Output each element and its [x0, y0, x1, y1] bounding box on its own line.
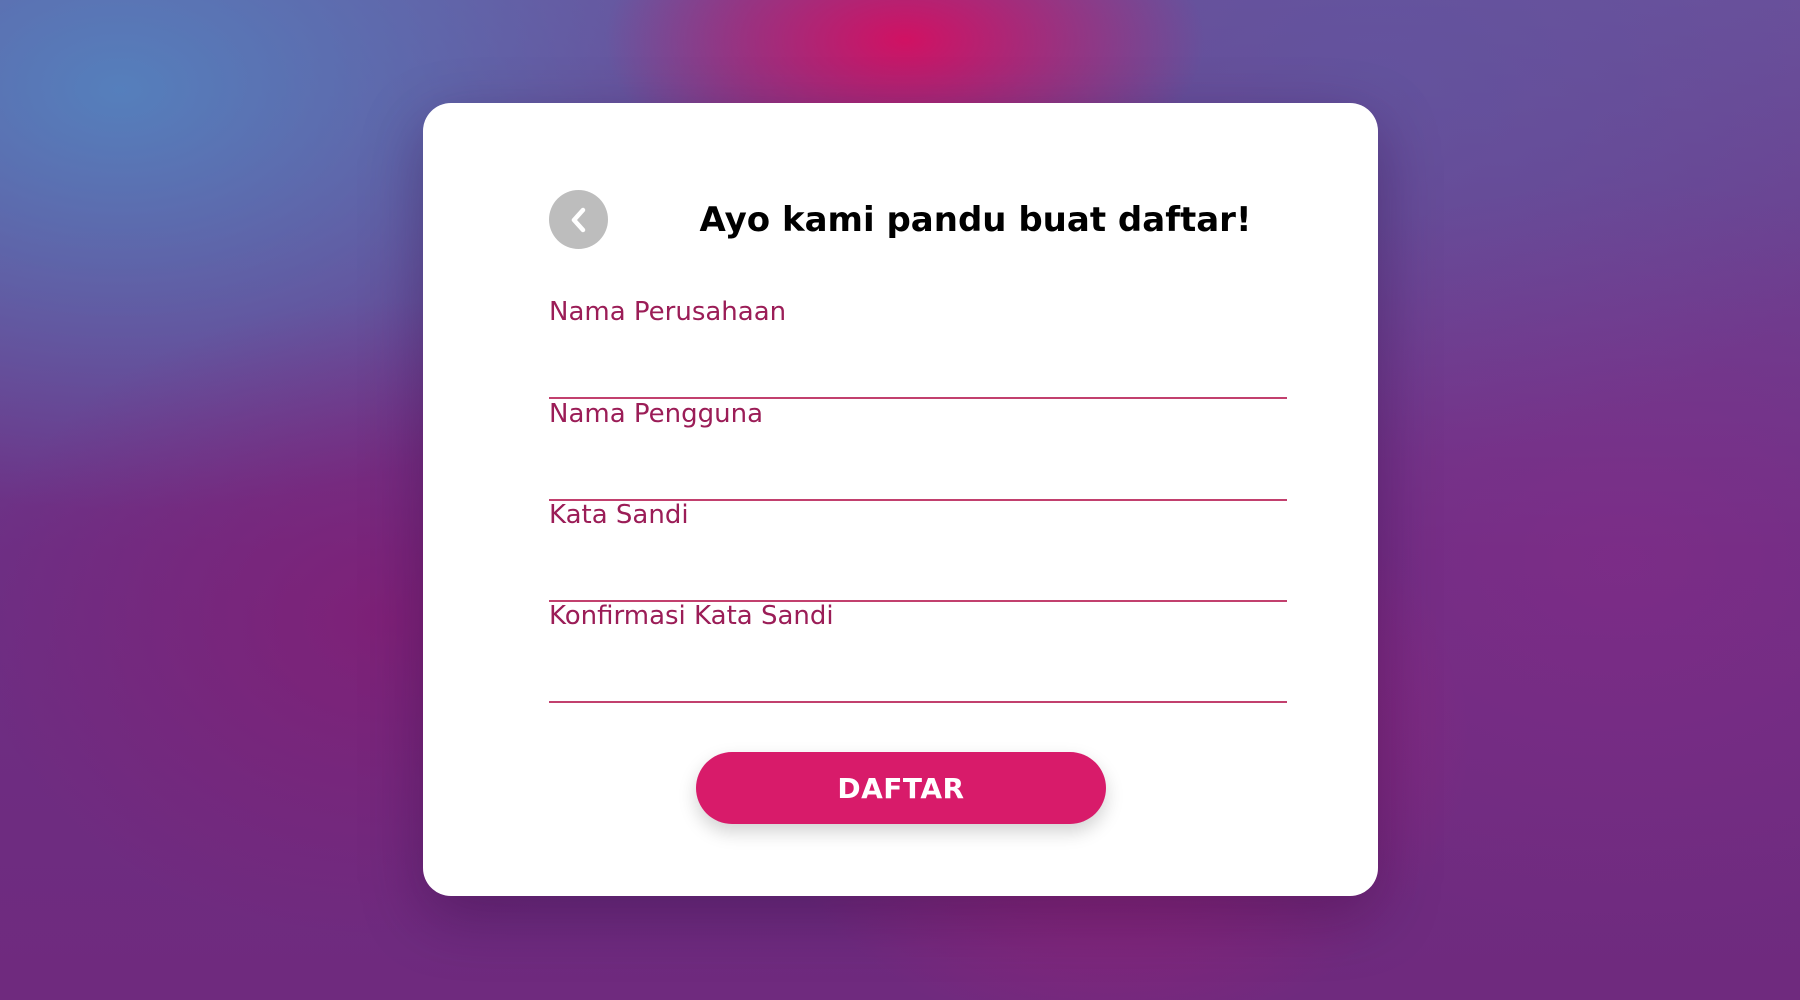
- username-field[interactable]: Nama Pengguna: [549, 397, 1287, 501]
- company-name-label: Nama Perusahaan: [549, 297, 787, 327]
- confirm-password-label: Konfirmasi Kata Sandi: [549, 601, 834, 631]
- register-card: Ayo kami pandu buat daftar! Nama Perusah…: [423, 103, 1378, 896]
- password-input[interactable]: [549, 554, 1287, 594]
- username-input[interactable]: [549, 453, 1287, 493]
- confirm-password-input[interactable]: [549, 655, 1287, 695]
- company-name-field[interactable]: Nama Perusahaan: [549, 295, 1287, 399]
- company-name-input[interactable]: [549, 351, 1287, 391]
- page-title: Ayo kami pandu buat daftar!: [699, 200, 1252, 240]
- username-label: Nama Pengguna: [549, 399, 764, 429]
- password-field[interactable]: Kata Sandi: [549, 498, 1287, 602]
- confirm-password-field[interactable]: Konfirmasi Kata Sandi: [549, 599, 1287, 703]
- register-button[interactable]: DAFTAR: [696, 752, 1106, 824]
- password-label: Kata Sandi: [549, 500, 689, 530]
